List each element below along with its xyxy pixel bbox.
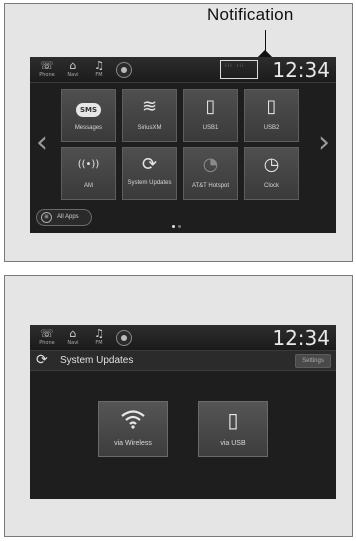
status-bar: ☏ Phone ⌂ Navi ♫ FM ⁝⁝⁝ ⁝⁝⁝ 12:34 (30, 57, 336, 83)
all-apps-button[interactable]: ⊞ All Apps (36, 209, 92, 226)
clock: 12:34 (272, 58, 330, 82)
next-page-arrow[interactable]: › (318, 125, 330, 160)
usb-icon: ▯ (266, 96, 277, 117)
title-bar: ⟳ System Updates Settings (30, 351, 336, 371)
via-usb-button[interactable]: ▯ via USB (198, 401, 268, 457)
page-indicator (172, 215, 202, 228)
home-screen: ☏ Phone ⌂ Navi ♫ FM ⁝⁝⁝ ⁝⁝⁝ 12:34 ‹ › SM… (30, 57, 336, 233)
grid-icon: ⊞ (41, 212, 52, 223)
tile-att-hotspot[interactable]: ◔ AT&T Hotspot (183, 147, 238, 200)
usb-icon: ▯ (205, 96, 216, 117)
tile-usb2[interactable]: ▯ USB2 (244, 89, 299, 142)
settings-button[interactable]: Settings (295, 354, 331, 368)
home-button[interactable] (116, 330, 132, 346)
notification-icons: ⁝⁝⁝ ⁝⁝⁝ (225, 63, 245, 69)
siriusxm-icon: ≋ (141, 96, 158, 117)
navi-button[interactable]: ⌂ Navi (62, 327, 84, 349)
tile-messages[interactable]: SMS Messages (61, 89, 116, 142)
clock-icon: ◷ (263, 154, 280, 175)
notification-callout-label: Notification (207, 5, 294, 24)
audio-icon: ♫ (94, 327, 104, 340)
tile-usb1[interactable]: ▯ USB1 (183, 89, 238, 142)
sms-icon: SMS (75, 103, 102, 117)
phone-icon: ☏ (40, 327, 54, 340)
radio-icon: ((•)) (77, 159, 100, 170)
usb-icon: ▯ (227, 408, 239, 432)
sync-icon: ⟳ (141, 154, 158, 175)
navi-icon: ⌂ (69, 327, 77, 340)
home-button[interactable] (116, 62, 132, 78)
page-dot (178, 225, 181, 228)
navi-button[interactable]: ⌂ Navi (62, 59, 84, 81)
audio-icon: ♫ (94, 59, 104, 72)
page-dot-active (172, 225, 175, 228)
tile-siriusxm[interactable]: ≋ SiriusXM (122, 89, 177, 142)
via-wireless-button[interactable]: via Wireless (98, 401, 168, 457)
audio-button[interactable]: ♫ FM (88, 59, 110, 81)
previous-page-arrow[interactable]: ‹ (36, 125, 48, 160)
clock: 12:34 (272, 326, 330, 350)
phone-icon: ☏ (40, 59, 54, 72)
navi-icon: ⌂ (69, 59, 77, 72)
hotspot-icon: ◔ (202, 154, 219, 175)
system-updates-screen: ☏ Phone ⌂ Navi ♫ FM 12:34 ⟳ System Updat… (30, 325, 336, 499)
audio-button[interactable]: ♫ FM (88, 327, 110, 349)
status-bar: ☏ Phone ⌂ Navi ♫ FM 12:34 (30, 325, 336, 351)
page-title: System Updates (60, 355, 134, 366)
tile-clock[interactable]: ◷ Clock (244, 147, 299, 200)
sync-icon: ⟳ (36, 352, 48, 368)
notification-area[interactable]: ⁝⁝⁝ ⁝⁝⁝ (220, 60, 258, 79)
tile-system-updates[interactable]: ⟳ System Updates (122, 147, 177, 200)
tile-am[interactable]: ((•)) AM (61, 147, 116, 200)
phone-button[interactable]: ☏ Phone (36, 327, 58, 349)
wifi-icon (99, 409, 167, 433)
phone-button[interactable]: ☏ Phone (36, 59, 58, 81)
